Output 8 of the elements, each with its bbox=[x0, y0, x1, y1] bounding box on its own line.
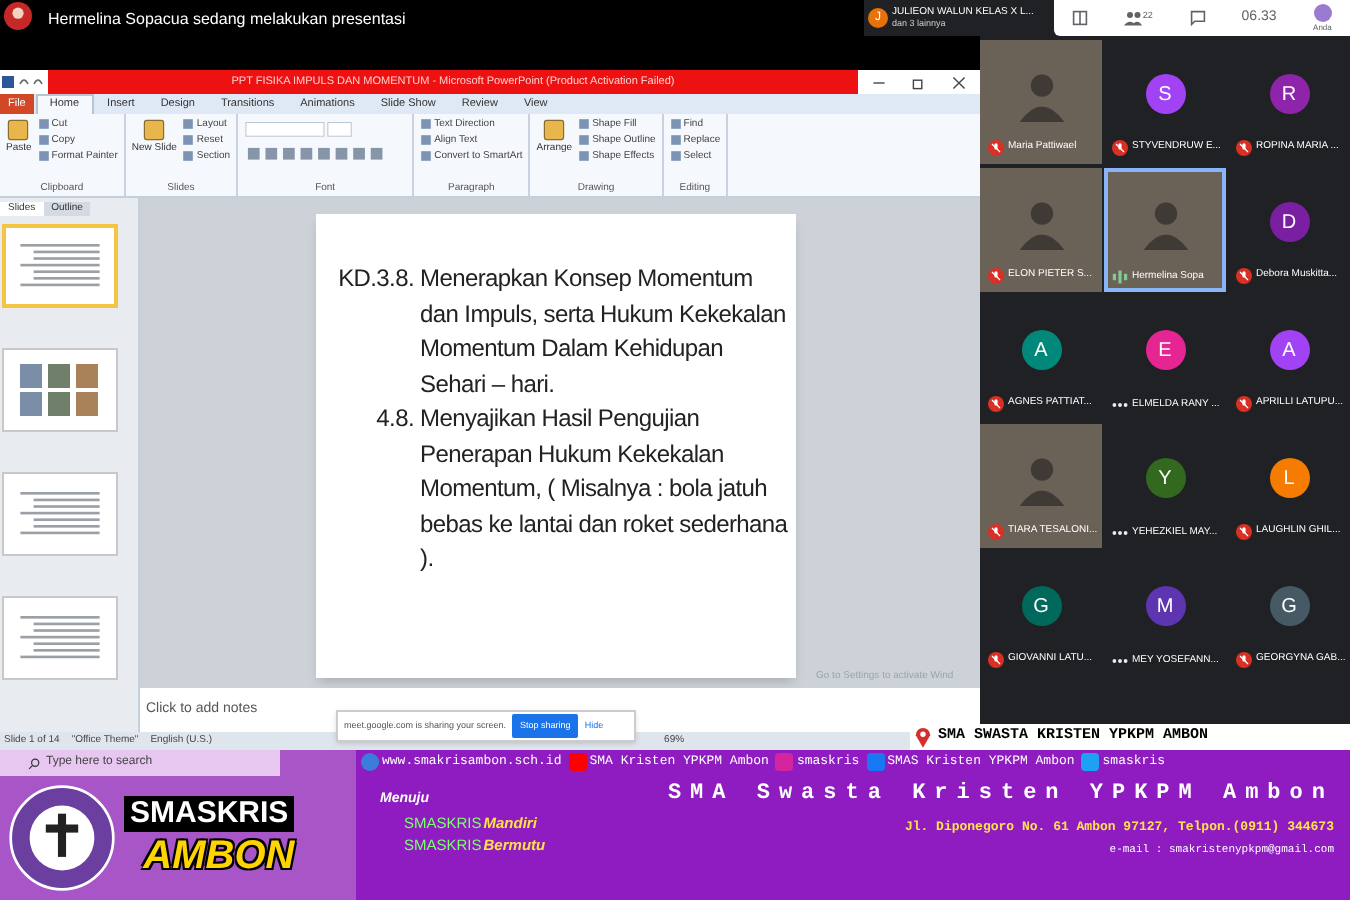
logo-top-text: SMASKRIS bbox=[124, 796, 295, 832]
slide-text: Menerapkan Konsep Momentum dan Impuls, serta Hukum Kekekalan Momentum Dalam Kehidupan Sehari – hari. bbox=[420, 262, 788, 401]
presentation-status-text: Hermelina Sopacua sedang melakukan presentasi bbox=[48, 8, 406, 32]
list-number: KD.3.8. bbox=[336, 262, 416, 296]
logo-bottom-text: AMBON bbox=[143, 832, 295, 880]
list-number: 4.8. bbox=[374, 402, 416, 436]
school-full-name: SMA Swasta Kristen YPKPM Ambon bbox=[667, 780, 1334, 810]
slide-text: Menyajikan Hasil Pengujian Penerapan Hukum Kekekalan Momentum, ( Misalnya : bola jatuh bebas ke lantai dan roket sederhana ). bbox=[420, 402, 788, 576]
